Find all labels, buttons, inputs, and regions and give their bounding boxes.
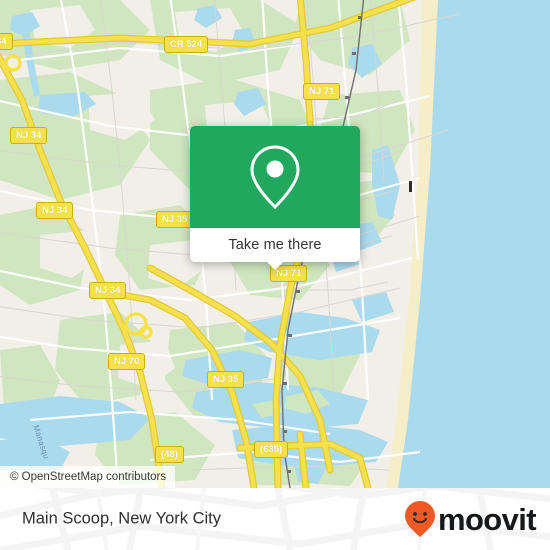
road-shield: NJ 35 bbox=[156, 211, 194, 228]
road-shield: 34 bbox=[0, 33, 13, 50]
moovit-wordmark: moovit bbox=[437, 501, 537, 537]
take-me-there-button[interactable]: Take me there bbox=[190, 228, 360, 270]
place-card-header bbox=[190, 126, 360, 228]
footer-bar: Main Scoop, New York City moovit bbox=[0, 488, 550, 550]
road-shield: NJ 34 bbox=[36, 202, 74, 219]
location-pin-icon bbox=[250, 145, 300, 210]
road-shield: (635) bbox=[254, 441, 289, 458]
road-shield: NJ 70 bbox=[108, 353, 146, 370]
road-shield: NJ 71 bbox=[303, 83, 341, 100]
place-card[interactable]: Take me there bbox=[190, 126, 360, 270]
road-shield: NJ 34 bbox=[10, 127, 48, 144]
road-shield: NJ 34 bbox=[89, 282, 127, 299]
moovit-smiley-pin-icon bbox=[404, 501, 435, 537]
osm-attribution[interactable]: © OpenStreetMap contributors bbox=[0, 466, 176, 488]
place-title: Main Scoop, New York City bbox=[22, 509, 222, 528]
road-shield: (48) bbox=[155, 446, 184, 463]
take-me-there-label: Take me there bbox=[228, 237, 322, 253]
road-shield: NJ 35 bbox=[207, 371, 245, 388]
moovit-logo[interactable]: moovit bbox=[404, 500, 537, 538]
road-shield: CR 524 bbox=[164, 36, 209, 53]
moovit-place-map-screenshot: 34 CR 524 NJ 71 NJ 34 NJ 34 NJ 35 NJ 71 … bbox=[0, 0, 550, 550]
card-pointer-tail bbox=[266, 261, 284, 270]
